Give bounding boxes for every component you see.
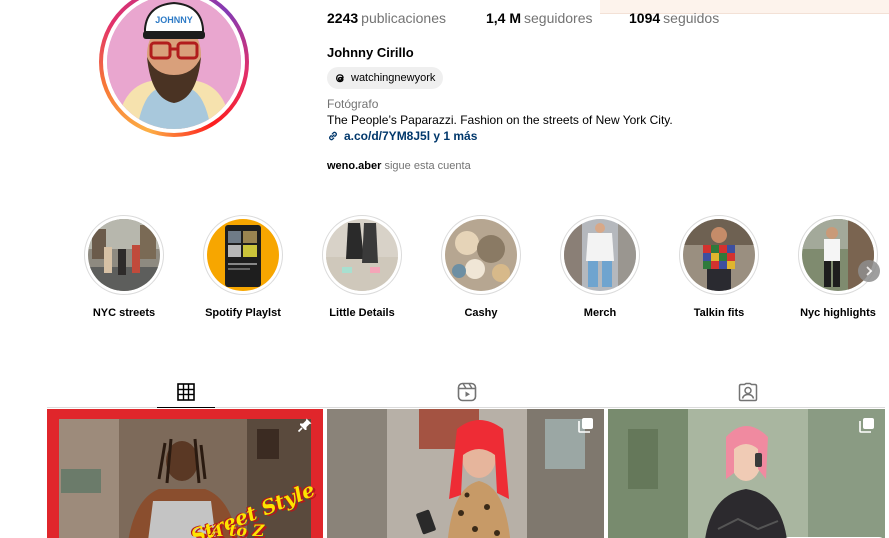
avatar-cap-text: JOHNNY <box>155 15 193 25</box>
pin-icon <box>297 418 312 433</box>
tab-tagged[interactable] <box>719 376 777 408</box>
profile-link-text: a.co/d/7YM8J5l y 1 más <box>344 129 478 143</box>
highlight-ring <box>441 215 521 295</box>
highlight-label: Nyc highlights <box>800 307 876 319</box>
highlight-cover <box>326 219 398 291</box>
highlight-label: Talkin fits <box>693 307 745 319</box>
post-1-image <box>59 419 311 538</box>
threads-badge[interactable]: watchingnewyork <box>327 67 444 89</box>
profile-avatar[interactable]: JOHNNY <box>99 0 249 137</box>
highlight-label: NYC streets <box>92 307 156 319</box>
avatar-border: JOHNNY <box>103 0 245 133</box>
highlight-talkin-fits[interactable]: Talkin fits <box>678 215 760 319</box>
highlight-cover <box>564 219 636 291</box>
profile-name: Johnny Cirillo <box>327 45 414 60</box>
followers-label: seguidores <box>524 10 593 26</box>
post-tile-3[interactable] <box>608 409 885 538</box>
followed-by-user: weno.aber <box>327 160 382 172</box>
posts-label: publicaciones <box>361 10 446 26</box>
highlight-cashy[interactable]: Cashy <box>440 215 522 319</box>
reels-icon <box>457 382 477 402</box>
highlight-label: Merch <box>583 307 617 319</box>
highlights-next-button[interactable] <box>858 260 880 282</box>
highlight-cover <box>445 219 517 291</box>
followers-value: 1,4 M <box>486 10 522 26</box>
tab-posts[interactable] <box>157 376 215 408</box>
highlight-label: Little Details <box>329 307 395 319</box>
tagged-icon <box>738 382 758 402</box>
following-value: 1094 <box>629 10 661 26</box>
link-icon <box>329 131 337 141</box>
profile-category: Fotógrafo <box>327 97 379 111</box>
highlight-ring <box>798 215 878 295</box>
carousel-icon <box>578 418 593 433</box>
highlight-cover <box>683 219 755 291</box>
grid-icon <box>177 382 195 401</box>
chevron-right-icon <box>866 266 873 276</box>
tab-reels[interactable] <box>438 376 496 408</box>
post-3-image <box>608 409 885 538</box>
followed-by-text: sigue esta cuenta <box>384 160 471 172</box>
highlight-ring <box>322 215 402 295</box>
highlight-nyc-streets[interactable]: NYC streets <box>83 215 165 319</box>
highlight-label: Spotify Playlst <box>205 307 281 319</box>
post-1-caption-line2: A to Z <box>211 521 265 538</box>
highlight-label: Cashy <box>464 307 498 319</box>
posts-count: 2243 publicaciones <box>327 10 446 26</box>
highlight-ring <box>679 215 759 295</box>
highlight-spotify-playlist[interactable]: Spotify Playlst <box>202 215 284 319</box>
post-tile-1[interactable]: Street Style A to Z <box>47 409 323 538</box>
threads-handle: watchingnewyork <box>351 72 436 84</box>
profile-bio: The People’s Paparazzi. Fashion on the s… <box>327 113 673 127</box>
highlight-cover <box>207 219 279 291</box>
followed-by[interactable]: weno.aber sigue esta cuenta <box>327 160 471 172</box>
post-tile-2[interactable] <box>327 409 604 538</box>
following-count[interactable]: 1094 seguidos <box>629 10 719 26</box>
highlight-cover <box>88 219 160 291</box>
profile-link[interactable]: a.co/d/7YM8J5l y 1 más <box>327 129 477 143</box>
highlight-ring <box>203 215 283 295</box>
highlight-merch[interactable]: Merch <box>559 215 641 319</box>
highlight-little-details[interactable]: Little Details <box>321 215 403 319</box>
post-2-image <box>327 409 604 538</box>
avatar-illustration: JOHNNY <box>107 0 241 129</box>
highlight-ring <box>84 215 164 295</box>
carousel-icon <box>859 418 874 433</box>
following-label: seguidos <box>663 10 720 26</box>
threads-icon <box>336 74 344 83</box>
posts-value: 2243 <box>327 10 359 26</box>
highlight-ring <box>560 215 640 295</box>
followers-count[interactable]: 1,4 Mseguidores <box>486 10 593 26</box>
